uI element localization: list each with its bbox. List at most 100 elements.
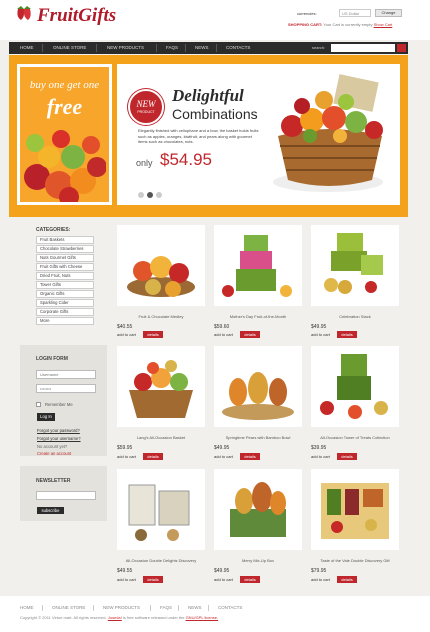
cart-status: SHOPPING CART: Your Cart is currently em…	[288, 22, 392, 27]
footer-nav-faqs[interactable]: FAQs	[160, 605, 172, 610]
category-item[interactable]: Fruit Baskets	[36, 236, 94, 244]
basket-icon	[129, 360, 193, 418]
product-image[interactable]	[214, 346, 302, 427]
fruit-basket-icon	[127, 256, 195, 297]
strawberry-logo-icon[interactable]	[14, 5, 34, 21]
details-button[interactable]: details	[337, 576, 357, 583]
add-to-cart-link[interactable]: add to cart	[311, 577, 330, 582]
product-name[interactable]: Fruit & Chocolate Medley	[116, 314, 206, 319]
category-item[interactable]: Fruit Gifts with Cheese	[36, 263, 94, 271]
add-to-cart-link[interactable]: add to cart	[214, 332, 233, 337]
remember-me-label: Remember Me	[45, 402, 73, 407]
add-to-cart-link[interactable]: add to cart	[214, 454, 233, 459]
add-to-cart-link[interactable]: add to cart	[117, 577, 136, 582]
product-name[interactable]: Taste of the Vale Double Discovery Gift	[310, 558, 400, 563]
add-to-cart-link[interactable]: add to cart	[117, 332, 136, 337]
category-item[interactable]: Corporate Gifts	[36, 308, 94, 316]
joomla-link[interactable]: Joomla!	[108, 615, 122, 620]
subscribe-button[interactable]: subscribe	[37, 507, 64, 514]
category-item[interactable]: Chocolate Strawberries	[36, 245, 94, 253]
slider-dot-active[interactable]	[147, 192, 153, 198]
product-name[interactable]: Mother's Day Fruit-of-the-Month	[213, 314, 303, 319]
password-input[interactable]: ••••••••	[36, 384, 96, 393]
remember-me-checkbox[interactable]	[36, 402, 41, 407]
product-image[interactable]	[311, 225, 399, 306]
create-account-link[interactable]: Create an account	[37, 451, 71, 456]
product-name[interactable]: Celebration Stack	[310, 314, 400, 319]
login-button[interactable]: Log In	[37, 413, 55, 421]
category-item[interactable]: Nuts Gourmet Gifts	[36, 254, 94, 262]
nav-home[interactable]: Home	[20, 42, 34, 54]
category-item[interactable]: Tower Gifts	[36, 281, 94, 289]
details-button[interactable]: details	[337, 453, 357, 460]
category-item[interactable]: Sparkling Cider	[36, 299, 94, 307]
category-item[interactable]: Organic Gifts	[36, 290, 94, 298]
add-to-cart-link[interactable]: add to cart	[214, 577, 233, 582]
forgot-username-link[interactable]: Forgot your username?	[37, 436, 81, 441]
footer-divider	[42, 605, 43, 611]
nav-divider	[185, 44, 186, 52]
product-name[interactable]: Lang's All-Occasion Basket	[116, 435, 206, 440]
product-image[interactable]	[117, 225, 205, 306]
product-name[interactable]: Springtime Pears with Bamboo Bowl	[213, 435, 303, 440]
slider-dot[interactable]	[156, 192, 162, 198]
copyright: Copyright © 2011 Virtue mart. All rights…	[20, 615, 218, 620]
footer-divider	[93, 605, 94, 611]
product-price: $79.95	[311, 568, 327, 574]
forgot-password-link[interactable]: Forgot your password?	[37, 428, 80, 433]
footer-nav-online-store[interactable]: Online Store	[52, 605, 85, 610]
details-button[interactable]: details	[143, 453, 163, 460]
nav-online-store[interactable]: Online Store	[53, 42, 86, 54]
currency-select[interactable]: US Dollar	[339, 9, 371, 17]
hero-price: $54.95	[160, 150, 212, 169]
details-button[interactable]: details	[337, 331, 357, 338]
nav-contacts[interactable]: Contacts	[226, 42, 250, 54]
product-image[interactable]	[214, 469, 302, 550]
add-to-cart-link[interactable]: add to cart	[311, 332, 330, 337]
slider-dot[interactable]	[138, 192, 144, 198]
details-button[interactable]: details	[240, 453, 260, 460]
newsletter-email-input[interactable]	[36, 491, 96, 500]
nav-new-products[interactable]: New Products	[107, 42, 144, 54]
add-to-cart-link[interactable]: add to cart	[311, 454, 330, 459]
product-name[interactable]: Merry Mix-Up Box	[213, 558, 303, 563]
license-link[interactable]: GNU/GPL license.	[186, 615, 219, 620]
product-image[interactable]	[117, 469, 205, 550]
logo[interactable]: FruitGifts	[37, 5, 116, 27]
details-button[interactable]: details	[143, 331, 163, 338]
footer-nav-contacts[interactable]: Contacts	[218, 605, 242, 610]
details-button[interactable]: details	[240, 576, 260, 583]
add-to-cart-link[interactable]: add to cart	[117, 454, 136, 459]
product-name[interactable]: All-Occasion Tower of Treats Collection	[310, 435, 400, 440]
product-image[interactable]	[214, 225, 302, 306]
product-image[interactable]	[311, 469, 399, 550]
search-button[interactable]	[397, 44, 406, 52]
nav-divider	[156, 44, 157, 52]
username-input[interactable]: Username	[36, 370, 96, 379]
logo-prefix: Fruit	[37, 5, 79, 26]
nav-news[interactable]: News	[195, 42, 209, 54]
nav-faqs[interactable]: FAQs	[166, 42, 178, 54]
category-item[interactable]: More	[36, 317, 94, 325]
gift-tower-icon	[222, 235, 292, 297]
main-nav: Home Online Store New Products FAQs News…	[9, 42, 408, 54]
footer-nav-home[interactable]: Home	[20, 605, 34, 610]
search-input[interactable]	[331, 44, 395, 52]
product-image[interactable]	[311, 346, 399, 427]
footer-nav-new-products[interactable]: New Products	[103, 605, 140, 610]
no-account-text: No account yet?	[37, 444, 68, 449]
details-button[interactable]: details	[143, 576, 163, 583]
product-price: $49.95	[214, 445, 230, 451]
category-item[interactable]: Dried Fruit, Nuts	[36, 272, 94, 280]
promo-box[interactable]: buy one get one free	[17, 64, 112, 205]
product-image[interactable]	[117, 346, 205, 427]
hero-description: Elegantly finished with cellophane and a…	[138, 128, 259, 144]
product-price: $39.95	[311, 445, 327, 451]
footer-nav-news[interactable]: News	[188, 605, 202, 610]
badge-product-text: Product	[137, 110, 155, 114]
badge-new-text: NEW	[136, 99, 156, 109]
show-cart-link[interactable]: Show Cart	[374, 22, 393, 27]
product-name[interactable]: All-Occasion Double Delights Discovery	[116, 558, 206, 563]
change-currency-button[interactable]: Change	[375, 9, 402, 17]
details-button[interactable]: details	[240, 331, 260, 338]
